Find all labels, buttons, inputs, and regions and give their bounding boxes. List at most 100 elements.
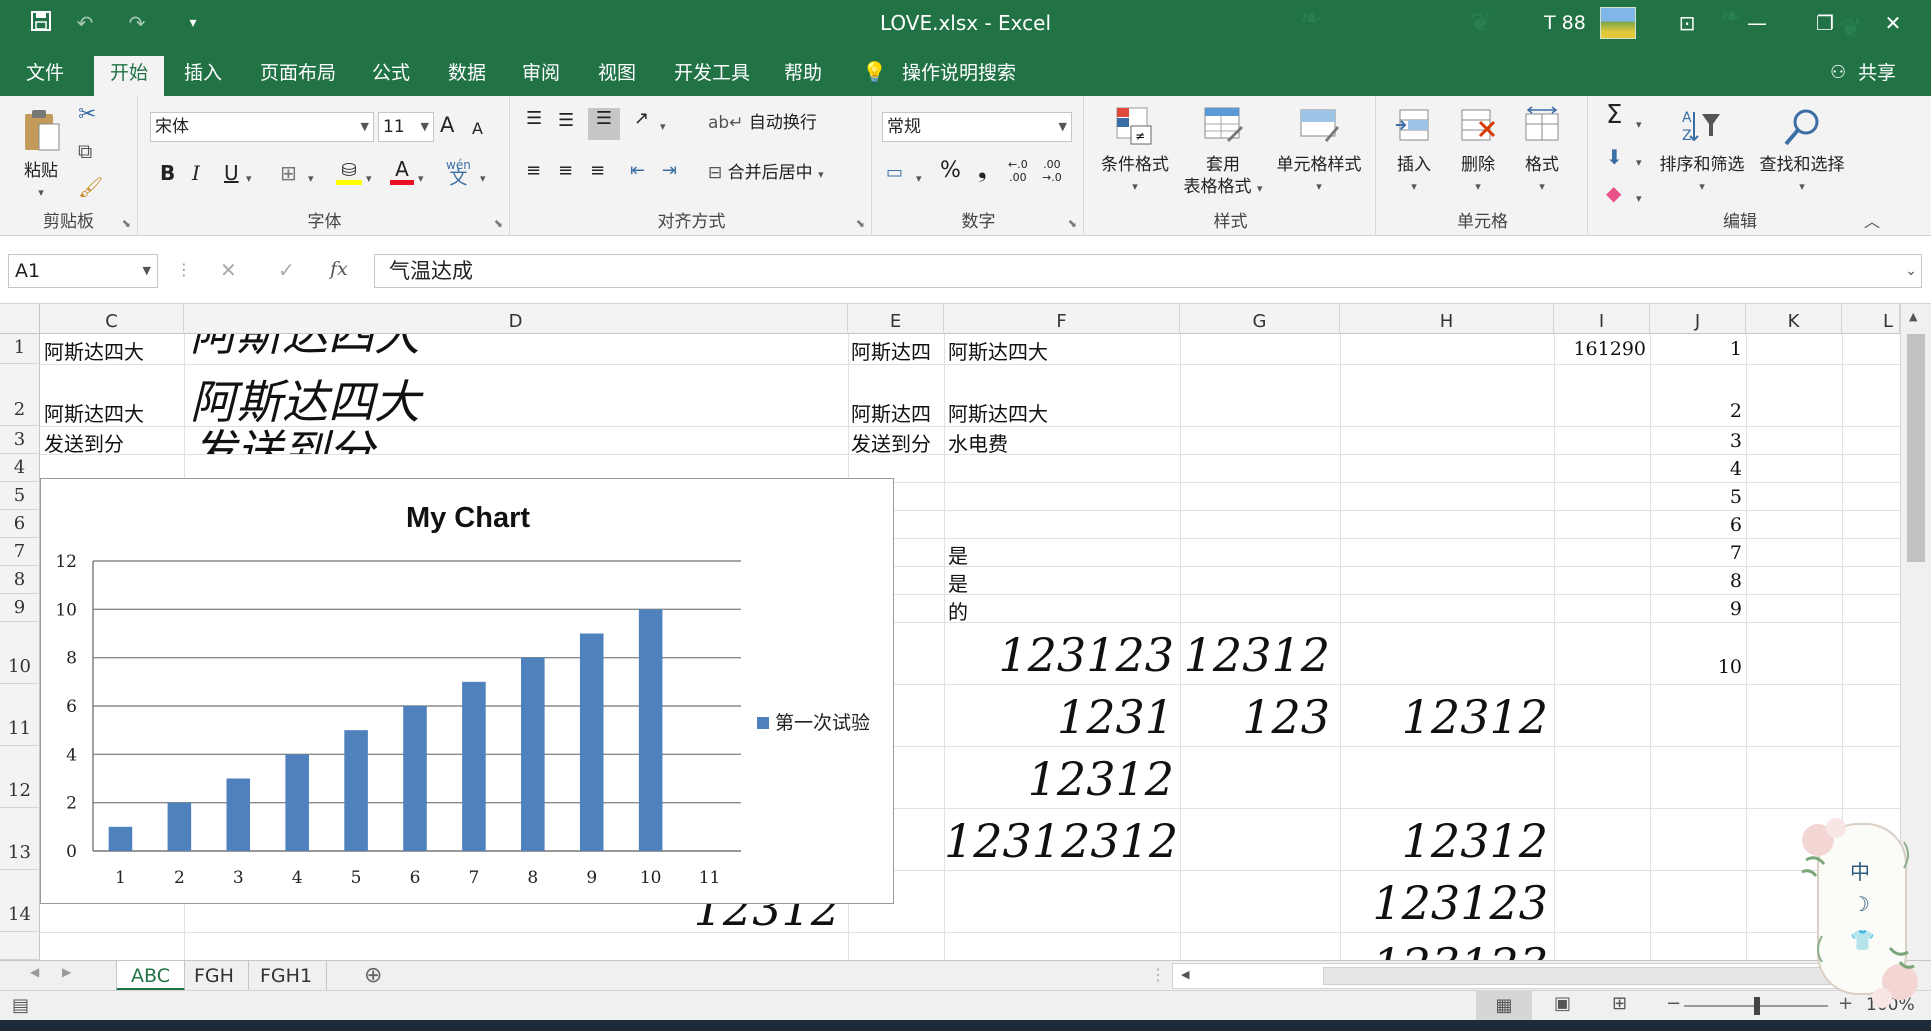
conditional-formatting-button[interactable]: ≠ 条件格式 ▾ <box>1092 106 1178 198</box>
share-button[interactable]: 共享 <box>1844 56 1910 96</box>
row-header-13[interactable]: 13 <box>0 808 40 870</box>
chevron-down-icon[interactable]: ▾ <box>916 168 922 190</box>
horizontal-scrollbar[interactable]: ◀ <box>1172 963 1900 989</box>
clear-icon[interactable]: ◆ <box>1606 182 1621 204</box>
row-header-3[interactable]: 3 <box>0 426 40 454</box>
copy-icon[interactable]: ⧉ <box>78 140 92 162</box>
column-header-k[interactable]: K <box>1746 304 1842 334</box>
cell-j9[interactable]: 9 <box>1652 598 1742 620</box>
minimize-icon[interactable]: — <box>1744 10 1770 36</box>
row-header-11[interactable]: 11 <box>0 684 40 746</box>
column-header-l[interactable]: L <box>1842 304 1900 334</box>
scroll-left-icon[interactable]: ◀ <box>1181 968 1189 981</box>
row-header-1[interactable]: 1 <box>0 334 40 364</box>
sort-filter-button[interactable]: AZ 排序和筛选 ▾ <box>1654 106 1750 198</box>
chevron-down-icon[interactable]: ▾ <box>480 168 486 190</box>
chevron-down-icon[interactable]: ▾ <box>660 116 666 138</box>
tab-data[interactable]: 数据 <box>434 56 500 96</box>
cell-c3[interactable]: 发送到分 <box>44 428 184 457</box>
cell-h13[interactable]: 12312 <box>1340 814 1548 868</box>
chevron-down-icon[interactable]: ▾ <box>1636 114 1642 136</box>
cell-f8[interactable]: 是 <box>948 568 1178 597</box>
chevron-down-icon[interactable]: ▾ <box>246 168 252 190</box>
column-header-i[interactable]: I <box>1554 304 1650 334</box>
bar[interactable] <box>638 609 663 851</box>
accounting-format-icon[interactable]: ▭ <box>886 162 903 184</box>
bar[interactable] <box>579 633 604 852</box>
borders-icon[interactable]: ⊞ <box>280 162 297 184</box>
format-as-table-button[interactable]: 套用 表格格式 ▾ <box>1178 106 1268 200</box>
tab-review[interactable]: 审阅 <box>508 56 574 96</box>
tab-home[interactable]: 开始 <box>94 56 165 96</box>
decrease-decimal-icon[interactable]: .00 →.0 <box>1042 158 1062 184</box>
tab-page-layout[interactable]: 页面布局 <box>246 56 350 96</box>
sheet-tab-fgh1[interactable]: FGH1 <box>246 961 328 991</box>
bar[interactable] <box>344 730 368 851</box>
cell-h11[interactable]: 12312 <box>1340 690 1548 744</box>
format-painter-icon[interactable]: 🖌 <box>78 176 103 198</box>
cell-j8[interactable]: 8 <box>1652 570 1742 592</box>
insert-function-icon[interactable]: fx <box>330 258 348 280</box>
column-header-c[interactable]: C <box>40 304 184 334</box>
row-header-15[interactable] <box>0 932 40 960</box>
underline-button[interactable]: U <box>224 162 239 184</box>
close-icon[interactable]: ✕ <box>1880 10 1906 36</box>
cell-d1[interactable]: 阿斯达四大 <box>184 334 848 364</box>
ribbon-display-options-icon[interactable]: ⊡ <box>1674 10 1700 36</box>
insert-cells-button[interactable]: 插入 ▾ <box>1382 106 1446 198</box>
font-size-select[interactable]: 11 ▼ <box>378 112 434 142</box>
font-color-icon[interactable]: A <box>390 158 414 185</box>
page-layout-view-icon[interactable]: ▣ <box>1554 993 1571 1014</box>
number-format-select[interactable]: 常规 ▼ <box>882 112 1072 142</box>
scroll-up-icon[interactable]: ▲ <box>1909 310 1917 323</box>
dialog-launcher-icon[interactable]: ⬊ <box>856 217 865 230</box>
dialog-launcher-icon[interactable]: ⬊ <box>122 217 131 230</box>
cell-f1[interactable]: 阿斯达四大 <box>948 336 1178 365</box>
cell-f13[interactable]: 12312312 <box>944 814 1178 868</box>
fill-color-icon[interactable]: ⛁ <box>336 160 362 185</box>
bar[interactable] <box>108 826 133 851</box>
column-header-j[interactable]: J <box>1650 304 1746 334</box>
cell-j6[interactable]: 6 <box>1652 514 1742 536</box>
column-header-g[interactable]: G <box>1180 304 1340 334</box>
tell-me-search[interactable]: 操作说明搜索 <box>888 56 1030 96</box>
name-box[interactable]: A1 ▼ <box>8 254 158 288</box>
increase-decimal-icon[interactable]: ←.0.00 <box>1008 158 1028 184</box>
bar[interactable] <box>226 778 251 852</box>
italic-button[interactable]: I <box>192 162 200 184</box>
sheet-tab-fgh[interactable]: FGH <box>180 961 249 991</box>
tab-formulas[interactable]: 公式 <box>358 56 424 96</box>
autosum-icon[interactable]: Σ <box>1606 102 1622 128</box>
row-header-9[interactable]: 9 <box>0 594 40 622</box>
scroll-left-icon[interactable]: ◀ <box>30 965 39 979</box>
cell-j4[interactable]: 4 <box>1652 458 1742 480</box>
enter-icon[interactable]: ✓ <box>278 258 295 282</box>
decrease-indent-icon[interactable]: ⇤ <box>630 160 645 182</box>
macro-recording-icon[interactable]: ▤ <box>12 995 29 1016</box>
chevron-down-icon[interactable]: ▾ <box>1636 152 1642 174</box>
normal-view-icon[interactable]: ▦ <box>1476 991 1532 1021</box>
tab-insert[interactable]: 插入 <box>170 56 236 96</box>
fill-icon[interactable]: ⬇ <box>1606 146 1623 168</box>
bar[interactable] <box>167 802 192 851</box>
cut-icon[interactable]: ✂ <box>78 104 96 126</box>
row-header-5[interactable]: 5 <box>0 482 40 510</box>
comma-button[interactable]: ❟ <box>978 160 987 182</box>
phonetic-icon[interactable]: wén 文 <box>446 158 471 188</box>
row-header-7[interactable]: 7 <box>0 538 40 566</box>
cell-g11[interactable]: 123 <box>1180 690 1330 744</box>
bold-button[interactable]: B <box>160 162 175 184</box>
cell-f10[interactable]: 123123 <box>944 628 1174 682</box>
cell-f2[interactable]: 阿斯达四大 <box>948 398 1178 427</box>
increase-font-icon[interactable]: A <box>440 114 454 136</box>
column-header-h[interactable]: H <box>1340 304 1554 334</box>
chevron-down-icon[interactable]: ▾ <box>366 168 372 190</box>
cell-j3[interactable]: 3 <box>1652 430 1742 452</box>
sheet-tab-abc[interactable]: ABC <box>116 961 185 991</box>
cell-styles-button[interactable]: 单元格样式 ▾ <box>1266 106 1372 198</box>
increase-indent-icon[interactable]: ⇥ <box>662 160 677 182</box>
cell-d3[interactable]: 发送到分 <box>184 426 848 454</box>
row-header-10[interactable]: 10 <box>0 622 40 684</box>
column-header-f[interactable]: F <box>944 304 1180 334</box>
formula-input[interactable]: 气温达成 ⌄ <box>374 254 1922 288</box>
